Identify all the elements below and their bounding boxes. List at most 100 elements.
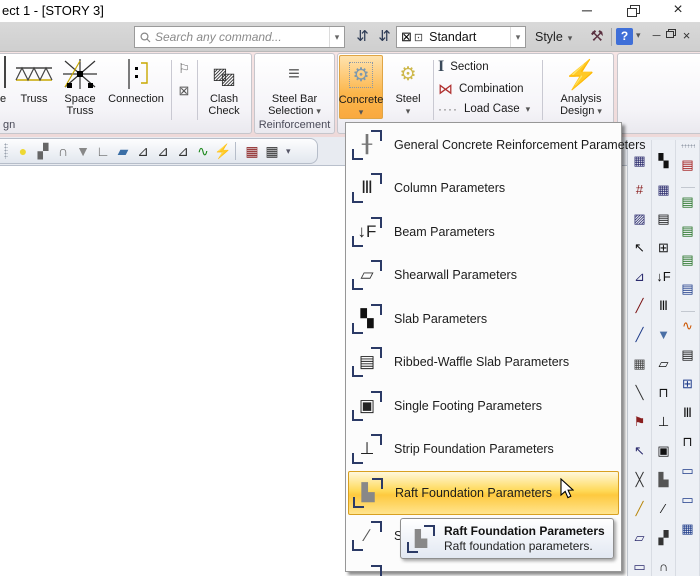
mdi-minimize-button[interactable]: ─: [650, 27, 663, 45]
report-green-3-icon[interactable]: ▤: [678, 246, 698, 275]
column-section-icon[interactable]: Ⅲ: [654, 292, 674, 321]
angle-tool-icon[interactable]: ∟: [93, 141, 113, 161]
waffle-block-icon[interactable]: ⊞: [654, 234, 674, 263]
close-button[interactable]: ×: [663, 0, 693, 20]
section-button[interactable]: I Section: [438, 58, 489, 76]
dome-small-icon[interactable]: ∩: [654, 553, 674, 576]
report-red-icon[interactable]: ▤: [678, 151, 698, 180]
pedestal-icon[interactable]: ▼: [654, 321, 674, 350]
ramp-icon[interactable]: ▞: [654, 524, 674, 553]
dome-tool-icon[interactable]: ∩: [53, 141, 73, 161]
menu-item-column-parameters[interactable]: Ⅲ Column Parameters: [346, 167, 621, 211]
truss-button[interactable]: Truss: [12, 55, 56, 105]
steel-button[interactable]: ⚙ Steel: [386, 55, 430, 117]
style-tool-icon[interactable]: ⚒: [586, 26, 608, 48]
toolbar-grip[interactable]: [4, 143, 8, 159]
standart-select[interactable]: ⊠ ⊡ Standart ▾: [396, 26, 526, 48]
small-grid-icon[interactable]: ▦: [630, 350, 650, 379]
clash-check-button[interactable]: ▨ ▨ Clash Check: [200, 55, 248, 117]
connection-button[interactable]: Connection: [104, 55, 168, 105]
menu-item-strip-foundation-parameters[interactable]: ⊥ Strip Foundation Parameters: [346, 428, 621, 472]
mdi-restore-button[interactable]: [664, 27, 677, 45]
beam-report-icon[interactable]: ▤: [678, 341, 698, 370]
waffle-grid-icon[interactable]: ▦: [654, 176, 674, 205]
ribbed-slab-small-icon[interactable]: ▤: [654, 205, 674, 234]
highlighter-icon[interactable]: ╱: [630, 495, 650, 524]
plate-icon[interactable]: ▣: [654, 437, 674, 466]
select-flag-icon[interactable]: ⚐: [174, 59, 194, 79]
minimize-button[interactable]: ─: [572, 0, 602, 20]
help-dropdown-arrow-icon[interactable]: ▾: [636, 30, 641, 41]
search-dropdown-arrow-icon[interactable]: ▾: [329, 27, 344, 47]
concrete-button[interactable]: ⚙ Concrete: [339, 55, 383, 119]
region-select-icon[interactable]: ▨: [630, 205, 650, 234]
menu-item-slab-parameters[interactable]: ▚ Slab Parameters: [346, 297, 621, 341]
standart-dropdown-arrow-icon[interactable]: ▾: [510, 27, 525, 47]
layer-forward-icon[interactable]: ⇵: [352, 26, 373, 48]
report-green-2-icon[interactable]: ▤: [678, 217, 698, 246]
restore-button[interactable]: [618, 0, 648, 20]
toolbar-overflow-icon[interactable]: ▾: [286, 146, 291, 157]
stair-small-icon[interactable]: ∕: [654, 495, 674, 524]
page-icon[interactable]: ▱: [630, 524, 650, 553]
doc-new-icon[interactable]: ▭: [630, 553, 650, 576]
window-report-1-icon[interactable]: ▭: [678, 457, 698, 486]
table-report-icon[interactable]: ▦: [678, 515, 698, 544]
lasso-select-icon[interactable]: ⊿: [630, 263, 650, 292]
bolt-tool-icon[interactable]: ⚡: [213, 141, 233, 161]
table-red-tool-icon[interactable]: ▦: [242, 141, 262, 161]
load-case-button[interactable]: ···· Load Case: [438, 102, 530, 116]
stair-tool-icon[interactable]: ▞: [33, 141, 53, 161]
beam-load-icon[interactable]: ↓F: [654, 263, 674, 292]
chart-q-tool-icon[interactable]: ⊿: [173, 141, 193, 161]
column-report-icon[interactable]: Ⅲ: [678, 399, 698, 428]
partial-button[interactable]: e: [0, 55, 10, 105]
shearwall-small-icon[interactable]: ▱: [654, 350, 674, 379]
pick-arrow-icon[interactable]: ↖: [630, 234, 650, 263]
steel-bar-selection-button[interactable]: ≡ Steel Bar Selection: [257, 55, 332, 118]
right-toolbars: ▦ # ▨ ↖ ⊿ ╱ ╱ ▦ ╲ ⚑ ↖ ╳ ╱ ▱ ▭ ▚ ▦ ▤ ⊞ ↓F Ⅲ ▼ ▱ ⊓ ⊥ ▣ ▙ ∕ ▞ ∩ ▤ ▤ ▤ ▤ ▤ ∿ ▤…: [627, 140, 700, 576]
space-truss-button[interactable]: Space Truss: [57, 55, 103, 117]
report-blue-icon[interactable]: ▤: [678, 275, 698, 304]
select-net-icon[interactable]: ⊠: [174, 81, 194, 101]
section-report-icon[interactable]: ⊓: [678, 428, 698, 457]
pointer-icon[interactable]: ↖: [630, 437, 650, 466]
menu-item-shearwall-parameters[interactable]: ▱ Shearwall Parameters: [346, 254, 621, 298]
plumb-tool-icon[interactable]: ▼: [73, 141, 93, 161]
raft-small-icon[interactable]: ▙: [654, 466, 674, 495]
search-input[interactable]: Search any command... ▾: [134, 26, 345, 48]
chart-tool-icon[interactable]: ⊿: [133, 141, 153, 161]
menu-item-raft-foundation-parameters[interactable]: ▙ Raft Foundation Parameters: [348, 471, 619, 515]
table-tool-icon[interactable]: ▦: [262, 141, 282, 161]
ribbon-group-partial: [617, 53, 700, 134]
footing-small-icon[interactable]: ⊥: [654, 408, 674, 437]
window-report-2-icon[interactable]: ▭: [678, 486, 698, 515]
analysis-design-button[interactable]: ⚡ Analysis Design: [549, 55, 613, 117]
erase-icon[interactable]: ╳: [630, 466, 650, 495]
analysis-curve-tool-icon[interactable]: ∿: [193, 141, 213, 161]
node-edit-icon[interactable]: #: [630, 176, 650, 205]
menu-item-general-concrete-reinforcement-parameters[interactable]: ╂ General Concrete Reinforcement Paramet…: [346, 123, 646, 167]
brush-blue-icon[interactable]: ╱: [630, 321, 650, 350]
report-green-1-icon[interactable]: ▤: [678, 188, 698, 217]
brush-red-icon[interactable]: ╱: [630, 292, 650, 321]
solid-model-tool-icon[interactable]: ▰: [113, 141, 133, 161]
slab-small-icon[interactable]: ▚: [654, 147, 674, 176]
combination-button[interactable]: ⋈ Combination: [438, 80, 524, 98]
mdi-close-button[interactable]: ×: [680, 27, 693, 45]
toolbar-grip[interactable]: [680, 144, 695, 148]
menu-item-beam-parameters[interactable]: ↓F Beam Parameters: [346, 210, 621, 254]
chart-p-tool-icon[interactable]: ⊿: [153, 141, 173, 161]
help-button[interactable]: ?: [616, 28, 633, 45]
menu-item-ribbed-waffle-slab-parameters[interactable]: ▤ Ribbed-Waffle Slab Parameters: [346, 341, 621, 385]
pen-icon[interactable]: ╲: [630, 379, 650, 408]
layer-backward-icon[interactable]: ⇵: [374, 26, 395, 48]
menu-item-single-footing-parameters[interactable]: ▣ Single Footing Parameters: [346, 384, 621, 428]
lamp-tool-icon[interactable]: ●: [13, 141, 33, 161]
stack-report-icon[interactable]: ⊞: [678, 370, 698, 399]
style-dropdown[interactable]: Style: [531, 26, 576, 48]
channel-icon[interactable]: ⊓: [654, 379, 674, 408]
rainbow-analysis-icon[interactable]: ∿: [678, 312, 698, 341]
flag-select-icon[interactable]: ⚑: [630, 408, 650, 437]
menu-item-partial[interactable]: ∩: [346, 558, 621, 576]
